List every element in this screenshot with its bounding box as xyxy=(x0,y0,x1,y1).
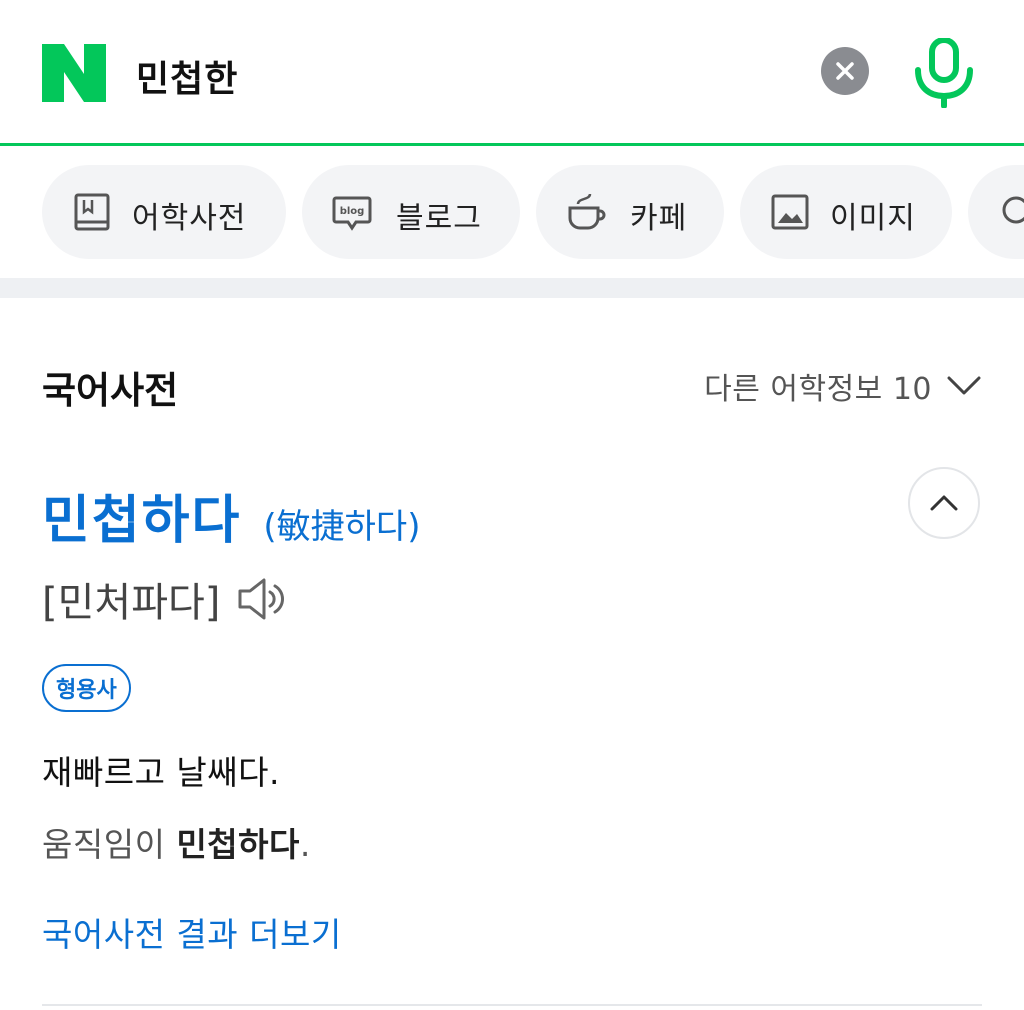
close-icon xyxy=(836,62,854,80)
chip-label: 이미지 xyxy=(830,201,916,236)
example-highlight: 민첩하다 xyxy=(176,825,300,864)
clear-button[interactable] xyxy=(821,47,869,95)
chevron-up-icon xyxy=(930,495,958,511)
more-results-link[interactable]: 국어사전 결과 더보기 xyxy=(42,908,342,956)
microphone-icon xyxy=(915,37,973,109)
category-chips: 어학사전 blog 블로그 카페 이미지 xyxy=(0,148,1024,278)
chip-cafe[interactable]: 카페 xyxy=(536,165,724,259)
entry-word[interactable]: 민첩하다 xyxy=(42,478,241,553)
pronunciation: [민처파다] xyxy=(42,580,221,626)
speaker-icon[interactable] xyxy=(236,576,286,622)
search-header: 민첩한 xyxy=(0,0,1024,146)
entry-hanja: (敏捷하다) xyxy=(263,507,421,547)
chip-label: 어학사전 xyxy=(132,201,247,236)
part-of-speech-badge: 형용사 xyxy=(42,664,131,712)
example-end: . xyxy=(299,825,311,864)
search-query[interactable]: 민첩한 xyxy=(136,50,238,102)
example-sentence: 움직임이 민첩하다. xyxy=(42,818,311,866)
chip-image[interactable]: 이미지 xyxy=(740,165,952,259)
entry-heading: 민첩하다 (敏捷하다) xyxy=(42,478,420,553)
chip-label: 카페 xyxy=(630,201,688,236)
chip-dictionary[interactable]: 어학사전 xyxy=(42,165,286,259)
image-icon xyxy=(771,194,809,230)
section-gap xyxy=(0,278,1024,298)
cafe-icon xyxy=(568,193,606,230)
example-text: 움직임이 xyxy=(42,825,177,864)
svg-text:blog: blog xyxy=(340,206,365,217)
section-title: 국어사전 xyxy=(42,369,179,412)
chip-more[interactable] xyxy=(968,165,1024,259)
chip-blog[interactable]: blog 블로그 xyxy=(302,165,520,259)
blog-icon: blog xyxy=(332,196,372,231)
chip-label: 블로그 xyxy=(396,201,482,236)
voice-search-button[interactable] xyxy=(912,37,976,109)
collapse-button[interactable] xyxy=(908,467,980,539)
naver-logo[interactable] xyxy=(42,44,106,102)
other-info-label: 다른 어학정보 10 xyxy=(704,372,932,407)
dictionary-icon xyxy=(74,193,110,231)
definition: 재빠르고 날쌔다. xyxy=(42,753,280,792)
divider xyxy=(42,1004,982,1006)
other-language-info-toggle[interactable]: 다른 어학정보 10 xyxy=(704,364,982,408)
chevron-down-icon xyxy=(947,376,981,395)
search-icon xyxy=(1002,196,1024,224)
pronunciation-row: [민처파다] xyxy=(42,570,286,628)
